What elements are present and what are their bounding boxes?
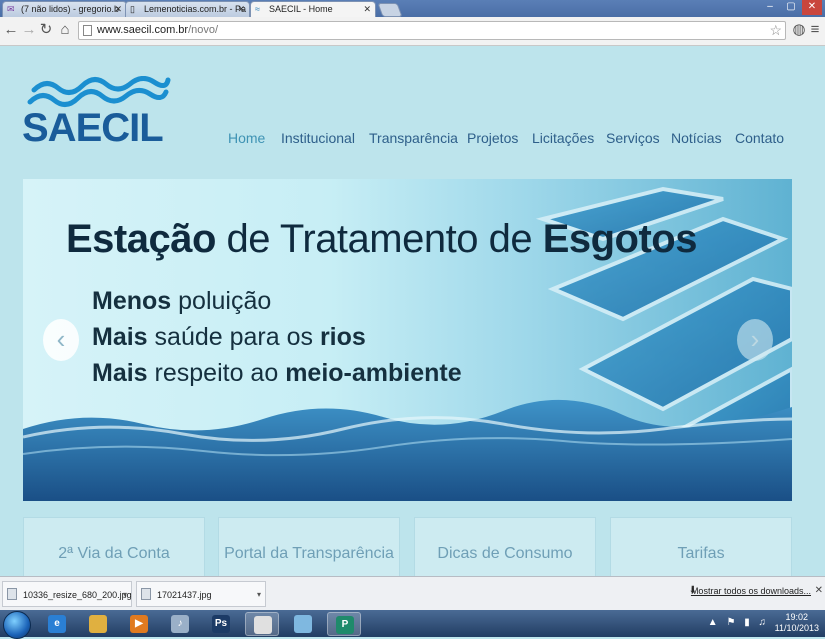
download-filename: 17021437.jpg — [157, 590, 212, 600]
ie-icon: e — [48, 615, 66, 633]
tab-lemenoticias[interactable]: ▯ Lemenoticias.com.br - Pa ✕ — [125, 1, 250, 17]
download-item[interactable]: 17021437.jpg ▾ — [136, 581, 266, 607]
close-window-button[interactable]: ✕ — [802, 0, 822, 15]
forward-arrow-icon[interactable]: → — [20, 21, 38, 39]
nav-servicos[interactable]: Serviços — [606, 130, 660, 146]
image-file-icon — [7, 588, 17, 600]
system-tray-icons[interactable]: ▲ ⚑ ▮ ♫ — [708, 617, 769, 628]
saecil-favicon: ≈ — [255, 4, 260, 14]
nav-home[interactable]: Home — [228, 130, 265, 146]
minimize-button[interactable]: – — [760, 0, 780, 15]
maximize-button[interactable]: ▢ — [781, 0, 801, 15]
card-dicas-consumo[interactable]: Dicas de Consumo — [414, 517, 596, 576]
show-all-downloads-link[interactable]: Mostrar todos os downloads... — [691, 586, 811, 596]
dropdown-caret-icon[interactable]: ▾ — [257, 590, 261, 599]
banner-title: Estação de Tratamento de Esgotos — [66, 217, 697, 261]
dropdown-caret-icon[interactable]: ▾ — [123, 590, 127, 599]
banner-line-3: Mais respeito ao meio-ambiente — [92, 359, 462, 387]
close-tab-icon[interactable]: ✕ — [363, 4, 371, 15]
water-waves-icon — [27, 76, 171, 107]
clock-date: 11/10/2013 — [774, 623, 819, 633]
browser-toolbar: ← → ↻ ⌂ www.saecil.com.br/novo/ ☆ ◍ ≡ — [0, 17, 825, 46]
download-bar: 10336_resize_680_200.jpg ▾ 17021437.jpg … — [0, 576, 825, 611]
taskbar-publisher-button[interactable]: P — [327, 612, 361, 636]
clock[interactable]: 19:02 11/10/2013 — [775, 612, 819, 634]
card-tarifas[interactable]: Tarifas — [610, 517, 792, 576]
clock-time: 19:02 — [785, 612, 809, 622]
url-text: www.saecil.com.br/novo/ — [97, 24, 219, 36]
tab-title: (7 não lidos) - gregorio.b — [21, 4, 120, 14]
browser-tab-strip: ✉ (7 não lidos) - gregorio.b ✕ ▯ Lemenot… — [0, 0, 825, 17]
web-page: SAECIL Home Institucional Transparência … — [0, 46, 825, 576]
slider-prev-button[interactable]: ‹ — [43, 319, 79, 361]
chrome-icon — [254, 616, 272, 634]
menu-icon[interactable]: ≡ — [806, 21, 824, 39]
banner-line-2: Mais saúde para os rios — [92, 323, 366, 351]
card-segunda-via[interactable]: 2ª Via da Conta — [23, 517, 205, 576]
nav-institucional[interactable]: Institucional — [281, 130, 355, 146]
image-file-icon — [141, 588, 151, 600]
tab-gmail[interactable]: ✉ (7 não lidos) - gregorio.b ✕ — [2, 1, 127, 17]
taskbar-itunes-button[interactable]: ♪ — [163, 612, 197, 636]
nav-noticias[interactable]: Notícias — [671, 130, 722, 146]
close-download-bar-icon[interactable]: ✕ — [815, 585, 823, 596]
new-tab-button[interactable] — [377, 3, 403, 17]
nav-transparencia[interactable]: Transparência — [369, 130, 458, 146]
nav-licitacoes[interactable]: Licitações — [532, 130, 594, 146]
mail-icon: ✉ — [7, 4, 15, 14]
bookmark-star-icon[interactable]: ☆ — [769, 22, 782, 39]
paint-icon — [294, 615, 312, 633]
page-icon — [83, 25, 92, 36]
slider-next-button[interactable]: › — [737, 319, 773, 361]
download-filename: 10336_resize_680_200.jpg — [23, 590, 132, 600]
taskbar-media-player-button[interactable]: ▶ — [122, 612, 156, 636]
logo-text: SAECIL — [22, 106, 164, 150]
media-player-icon: ▶ — [130, 615, 148, 633]
photoshop-icon: Ps — [212, 615, 230, 633]
download-item[interactable]: 10336_resize_680_200.jpg ▾ — [2, 581, 132, 607]
tab-title: Lemenoticias.com.br - Pa — [144, 4, 247, 14]
start-button[interactable] — [3, 611, 31, 639]
page-icon: ▯ — [130, 4, 135, 14]
taskbar-paint-button[interactable] — [286, 612, 320, 636]
reload-icon[interactable]: ↻ — [37, 21, 55, 39]
address-bar[interactable]: www.saecil.com.br/novo/ ☆ — [78, 21, 786, 40]
nav-projetos[interactable]: Projetos — [467, 130, 518, 146]
taskbar-explorer-button[interactable] — [81, 612, 115, 636]
saecil-logo[interactable]: SAECIL — [22, 76, 172, 150]
publisher-icon: P — [336, 616, 354, 634]
tab-title: SAECIL - Home — [269, 4, 333, 14]
banner-line-1: Menos poluição — [92, 287, 272, 315]
nav-contato[interactable]: Contato — [735, 130, 784, 146]
home-icon[interactable]: ⌂ — [56, 21, 74, 39]
back-arrow-icon[interactable]: ← — [2, 21, 20, 39]
close-tab-icon[interactable]: ✕ — [237, 4, 245, 15]
card-portal-transparencia[interactable]: Portal da Transparência — [218, 517, 400, 576]
tab-saecil[interactable]: ≈ SAECIL - Home ✕ — [250, 1, 376, 17]
explorer-icon — [89, 615, 107, 633]
close-tab-icon[interactable]: ✕ — [114, 4, 122, 15]
taskbar-ie-button[interactable]: e — [40, 612, 74, 636]
itunes-icon: ♪ — [171, 615, 189, 633]
taskbar-chrome-button[interactable] — [245, 612, 279, 636]
windows-taskbar: e ▶ ♪ Ps P ▲ ⚑ ▮ ♫ 19:02 11/10/2013 — [0, 610, 825, 639]
hero-banner[interactable]: Estação de Tratamento de Esgotos Menos p… — [23, 179, 792, 501]
taskbar-photoshop-button[interactable]: Ps — [204, 612, 238, 636]
